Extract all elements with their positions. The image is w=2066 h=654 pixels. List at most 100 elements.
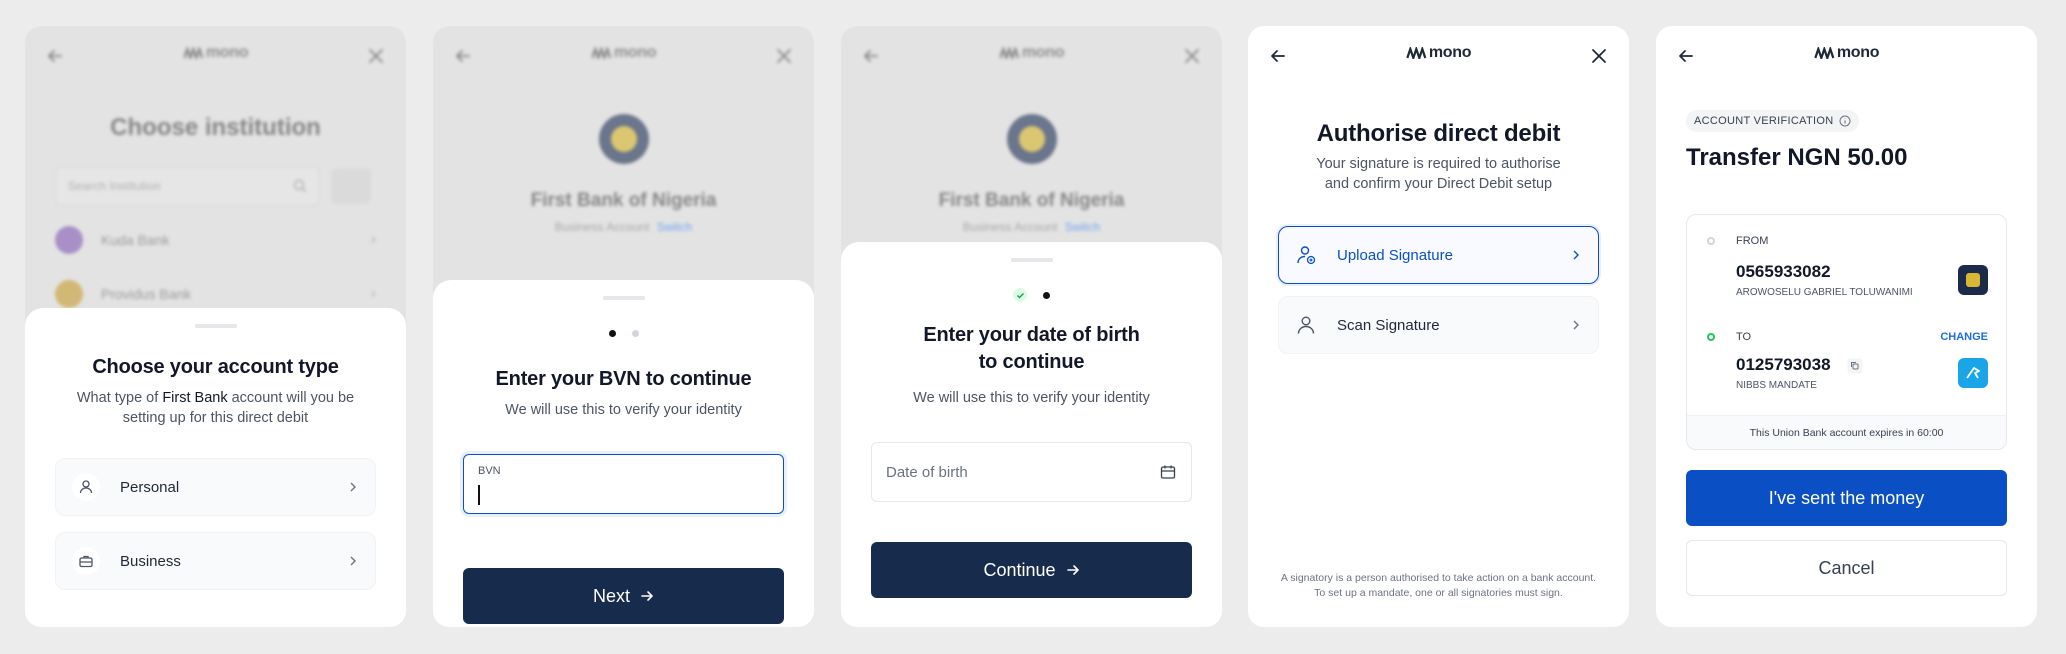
chevron-right-icon: › bbox=[370, 231, 376, 248]
top-bar: mono bbox=[1656, 26, 2037, 86]
mono-logo: mono bbox=[590, 44, 656, 62]
sheet-subtitle: We will use this to verify your identity bbox=[913, 390, 1150, 406]
top-bar: mono bbox=[1248, 26, 1629, 86]
bvn-label: BVN bbox=[478, 465, 501, 477]
grid-view-icon bbox=[331, 168, 371, 204]
close-icon[interactable] bbox=[366, 46, 386, 66]
first-bank-logo-icon bbox=[598, 114, 649, 164]
from-label: FROM bbox=[1736, 235, 1769, 247]
mono-logo: mono bbox=[1813, 44, 1880, 62]
back-arrow-icon[interactable] bbox=[45, 46, 65, 66]
mono-logo-icon bbox=[590, 47, 611, 59]
subtitle-line: Your signature is required to authorise bbox=[1316, 156, 1561, 172]
logo-text: mono bbox=[1836, 44, 1880, 61]
account-card: FROM 0565933082 AROWOSELU GABRIEL TOLUWA… bbox=[1686, 214, 2007, 450]
back-arrow-icon[interactable] bbox=[1676, 46, 1696, 66]
mono-logo: mono bbox=[1405, 44, 1472, 62]
option-scan-signature[interactable]: Scan Signature bbox=[1278, 296, 1599, 354]
continue-button-label: Continue bbox=[983, 559, 1056, 580]
panel-date-of-birth: mono First Bank of Nigeria Business Acco… bbox=[841, 26, 1222, 627]
mono-logo-icon bbox=[998, 47, 1019, 59]
bg-bank-name: Providus Bank bbox=[101, 286, 192, 302]
option-label: Business bbox=[120, 552, 181, 570]
option-business[interactable]: Business bbox=[55, 532, 376, 590]
sheet-title: Enter your BVN to continue bbox=[495, 368, 752, 390]
first-bank-logo-icon bbox=[1958, 265, 1988, 295]
close-icon[interactable] bbox=[1182, 46, 1202, 66]
mono-logo: mono bbox=[998, 44, 1065, 62]
panel-bvn: mono First Bank of Nigeria Business Acco… bbox=[433, 26, 814, 627]
bg-bank-row: Providus Bank › bbox=[55, 280, 376, 308]
chevron-right-icon bbox=[1573, 250, 1579, 260]
sheet-subtitle: What type of First Bank account will you… bbox=[69, 388, 362, 428]
bg-search-placeholder: Search Institution bbox=[68, 179, 161, 193]
account-type-text: Business Account bbox=[554, 220, 650, 234]
info-icon[interactable] bbox=[1839, 115, 1851, 127]
close-icon[interactable] bbox=[774, 46, 794, 66]
cancel-button[interactable]: Cancel bbox=[1686, 540, 2007, 596]
copy-icon[interactable] bbox=[1847, 358, 1863, 374]
back-arrow-icon[interactable] bbox=[861, 46, 881, 66]
bvn-sheet: Enter your BVN to continue We will use t… bbox=[433, 280, 814, 627]
logo-text: mono bbox=[1021, 44, 1065, 61]
top-bar: mono bbox=[841, 26, 1222, 86]
step-indicator bbox=[433, 330, 814, 337]
calendar-icon[interactable] bbox=[1159, 463, 1177, 481]
expiry-notice: This Union Bank account expires in 60:00 bbox=[1687, 415, 2006, 449]
switch-link: Switch bbox=[656, 220, 693, 234]
bg-title: Choose institution bbox=[110, 114, 321, 141]
dob-input[interactable]: Date of birth bbox=[871, 442, 1192, 502]
first-bank-logo-icon bbox=[1006, 114, 1057, 164]
union-bank-logo-icon bbox=[1958, 358, 1988, 388]
bvn-input[interactable]: BVN bbox=[463, 454, 784, 514]
account-type-text: Business Account bbox=[962, 220, 1058, 234]
step-dot-active bbox=[1043, 291, 1050, 299]
arrow-right-icon bbox=[1066, 565, 1079, 575]
sent-money-button[interactable]: I've sent the money bbox=[1686, 470, 2007, 526]
step-dot-active bbox=[608, 330, 616, 337]
chevron-right-icon bbox=[350, 482, 356, 492]
option-upload-signature[interactable]: Upload Signature bbox=[1278, 226, 1599, 284]
chevron-right-icon bbox=[350, 556, 356, 566]
bg-search-input: Search Institution bbox=[55, 166, 320, 206]
subtitle-text: What type of bbox=[76, 390, 163, 406]
top-bar: mono bbox=[25, 26, 406, 86]
check-icon bbox=[1013, 288, 1027, 302]
option-label: Personal bbox=[120, 478, 180, 496]
person-icon bbox=[1297, 316, 1315, 334]
continue-button[interactable]: Continue bbox=[871, 542, 1192, 598]
mono-logo-icon bbox=[182, 47, 203, 59]
sheet-handle[interactable] bbox=[194, 324, 237, 328]
badge-text: ACCOUNT VERIFICATION bbox=[1694, 115, 1834, 127]
kuda-logo-icon bbox=[55, 226, 83, 254]
to-dot-icon bbox=[1707, 333, 1715, 341]
sheet-title: Enter your date of birth to continue bbox=[841, 322, 1222, 376]
dob-placeholder: Date of birth bbox=[886, 463, 968, 481]
dob-sheet: Enter your date of birth to continue We … bbox=[841, 242, 1222, 627]
subtitle-line: and confirm your Direct Debit setup bbox=[1324, 176, 1553, 192]
step-dot bbox=[631, 330, 639, 337]
mono-logo-icon bbox=[1813, 47, 1834, 59]
back-arrow-icon[interactable] bbox=[453, 46, 473, 66]
logo-text: mono bbox=[1428, 44, 1472, 61]
next-button-label: Next bbox=[592, 585, 630, 606]
account-verification-badge: ACCOUNT VERIFICATION bbox=[1686, 110, 1860, 132]
cancel-label: Cancel bbox=[1818, 557, 1875, 578]
providus-logo-icon bbox=[55, 280, 83, 308]
option-label: Scan Signature bbox=[1337, 316, 1440, 334]
switch-link: Switch bbox=[1064, 220, 1101, 234]
next-button[interactable]: Next bbox=[463, 568, 784, 624]
option-personal[interactable]: Personal bbox=[55, 458, 376, 516]
panel-authorise-debit: mono Authorise direct debit Your signatu… bbox=[1248, 26, 1629, 627]
from-dot-icon bbox=[1707, 237, 1715, 245]
bg-account-type: Business Account Switch bbox=[433, 220, 814, 234]
close-icon[interactable] bbox=[1589, 46, 1609, 66]
sheet-handle[interactable] bbox=[1010, 258, 1053, 262]
page-title: Authorise direct debit bbox=[1316, 120, 1561, 147]
sheet-handle[interactable] bbox=[602, 296, 645, 300]
sheet-title: Choose your account type bbox=[92, 356, 339, 378]
page-subtitle: Your signature is required to authorise … bbox=[1248, 154, 1629, 194]
arrow-right-icon bbox=[641, 591, 653, 601]
change-link[interactable]: CHANGE bbox=[1940, 331, 1988, 343]
back-arrow-icon[interactable] bbox=[1268, 46, 1288, 66]
